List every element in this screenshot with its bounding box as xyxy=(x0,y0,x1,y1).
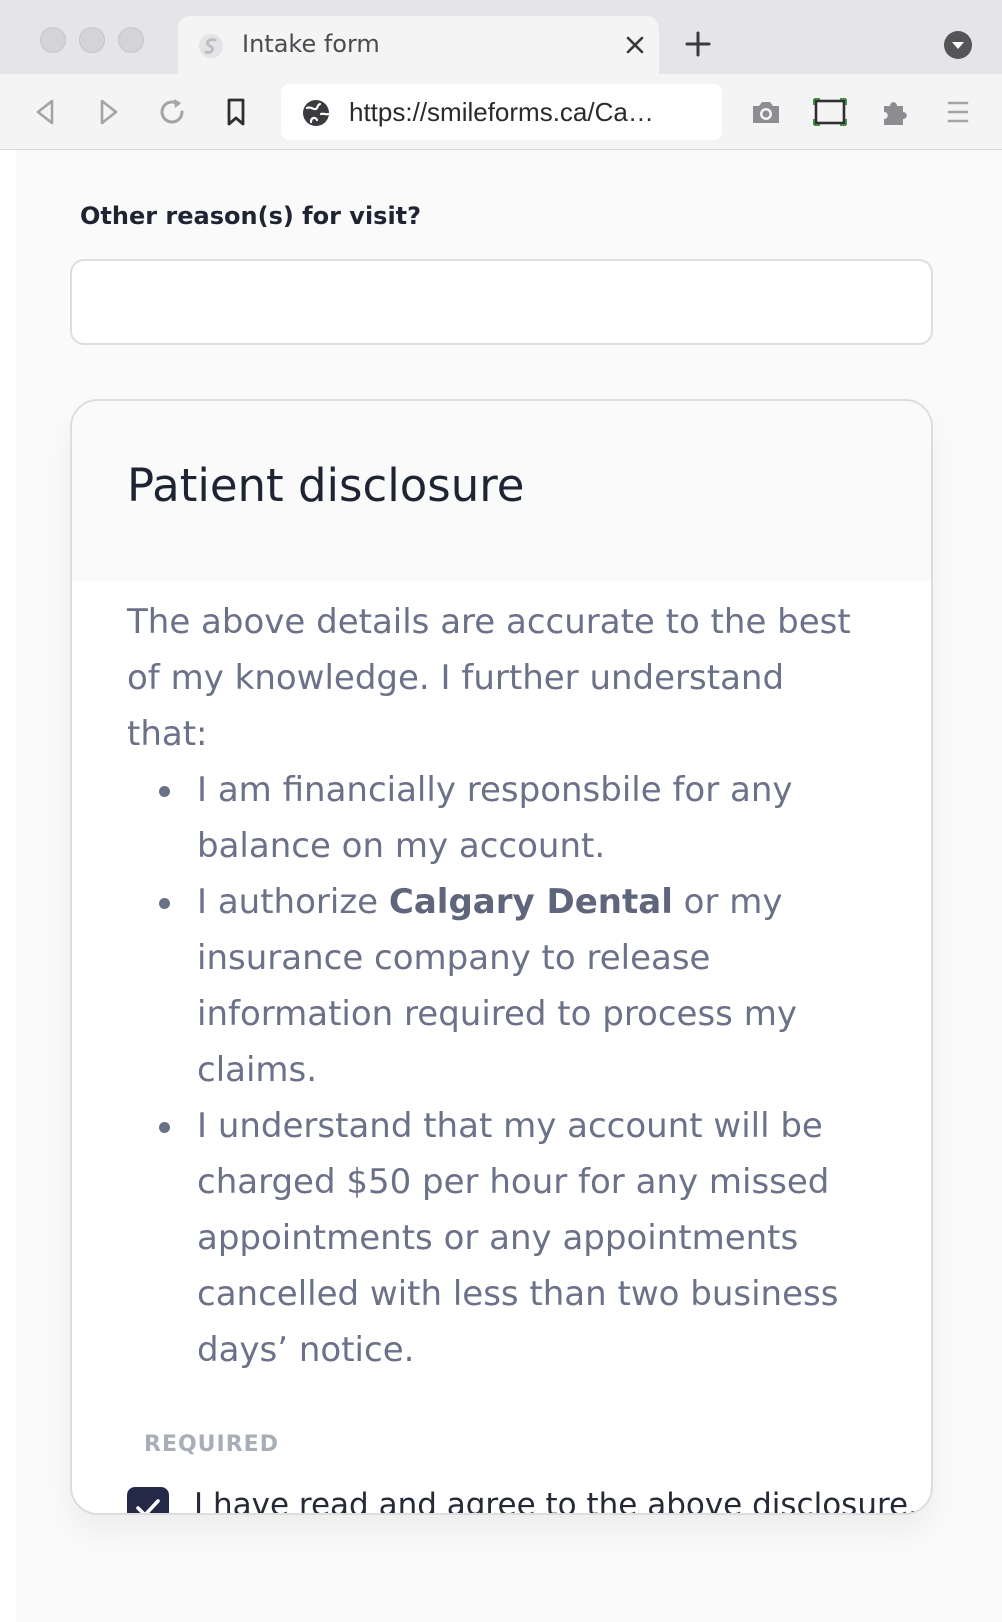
agree-label[interactable]: I have read and agree to the above discl… xyxy=(194,1487,918,1513)
agree-checkbox[interactable] xyxy=(127,1487,169,1513)
menu-icon[interactable] xyxy=(940,94,976,130)
screen-icon[interactable] xyxy=(812,94,848,130)
url-text: https://smileforms.ca/Ca… xyxy=(349,97,654,127)
plus-icon[interactable] xyxy=(684,30,712,58)
other-reason-input[interactable] xyxy=(70,259,933,345)
patient-disclosure-card: Patient disclosure The above details are… xyxy=(70,399,933,1515)
required-label: REQUIRED xyxy=(144,1432,279,1457)
tab-list-button[interactable] xyxy=(944,31,972,59)
address-bar[interactable]: https://smileforms.ca/Ca… xyxy=(281,84,722,140)
reload-icon[interactable] xyxy=(154,94,190,130)
close-icon[interactable] xyxy=(623,33,647,57)
window-zoom-control[interactable] xyxy=(118,27,144,53)
tab-title: Intake form xyxy=(242,30,380,58)
disclosure-intro: The above details are accurate to the be… xyxy=(127,602,851,754)
card-header: Patient disclosure xyxy=(72,401,931,581)
disclosure-text: The above details are accurate to the be… xyxy=(127,594,867,1378)
back-icon[interactable] xyxy=(28,94,64,130)
disclosure-title: Patient disclosure xyxy=(127,459,525,512)
extensions-icon[interactable] xyxy=(876,94,912,130)
disclosure-item-prefix: I authorize xyxy=(197,882,389,922)
globe-icon xyxy=(303,100,330,126)
window-close-control[interactable] xyxy=(40,27,66,53)
chevron-down-icon xyxy=(952,42,964,49)
disclosure-item: I understand that my account will be cha… xyxy=(159,1098,867,1378)
browser-tab-bar: Intake form xyxy=(0,0,1002,74)
window-minimize-control[interactable] xyxy=(79,27,105,53)
forward-icon[interactable] xyxy=(90,94,126,130)
disclosure-item: I authorize Calgary Dental or my insuran… xyxy=(159,874,867,1098)
bookmark-icon[interactable] xyxy=(218,94,254,130)
browser-tab[interactable]: Intake form xyxy=(178,16,659,74)
page-content: Other reason(s) for visit? Patient discl… xyxy=(0,150,1002,1622)
disclosure-item: I am financially responsbile for any bal… xyxy=(159,762,867,874)
checkmark-icon xyxy=(136,1499,160,1513)
site-favicon-icon xyxy=(199,34,223,58)
clinic-name: Calgary Dental xyxy=(388,882,673,922)
browser-toolbar: https://smileforms.ca/Ca… xyxy=(0,74,1002,150)
disclosure-list: I am financially responsbile for any bal… xyxy=(127,762,867,1378)
other-reason-label: Other reason(s) for visit? xyxy=(80,202,422,230)
camera-icon[interactable] xyxy=(748,94,784,130)
